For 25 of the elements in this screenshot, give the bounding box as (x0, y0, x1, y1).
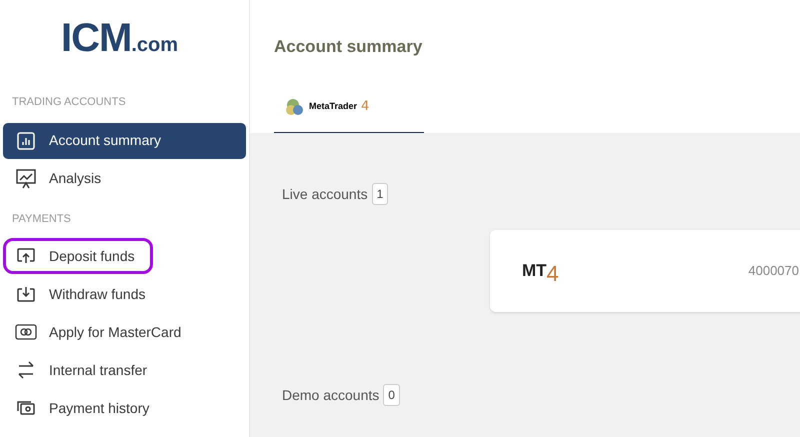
card-icon (15, 324, 37, 340)
sidebar-item[interactable]: Payment history (3, 390, 246, 426)
count-badge: 0 (383, 384, 400, 406)
sidebar-item[interactable]: Deposit funds (3, 238, 153, 274)
sidebar-item[interactable]: Internal transfer (3, 352, 246, 388)
section-label: Live accounts (282, 184, 368, 204)
bar-chart-icon (16, 130, 36, 150)
transfer-icon (16, 361, 36, 379)
sidebar-item[interactable]: Analysis (3, 160, 246, 196)
wallet-icon (16, 399, 36, 417)
sidebar-item[interactable]: Withdraw funds (3, 276, 246, 312)
page-title: Account summary (274, 36, 424, 58)
count-badge: 1 (372, 183, 388, 205)
logo-text: ICM (60, 18, 132, 58)
upload-icon (16, 247, 36, 265)
account-number: 4000070 (748, 262, 799, 280)
section-heading: PAYMENTS (11, 212, 72, 226)
metatrader-logo-icon (285, 96, 305, 116)
download-icon (16, 285, 36, 303)
section-label: Demo accounts (282, 386, 380, 404)
sidebar-item[interactable]: Account summary (3, 122, 246, 158)
sidebar-item[interactable]: Apply for MasterCard (3, 314, 246, 350)
section-heading: TRADING ACCOUNTS (11, 95, 127, 110)
presentation-chart-icon (15, 168, 37, 190)
logo-suffix: .com (131, 35, 178, 55)
